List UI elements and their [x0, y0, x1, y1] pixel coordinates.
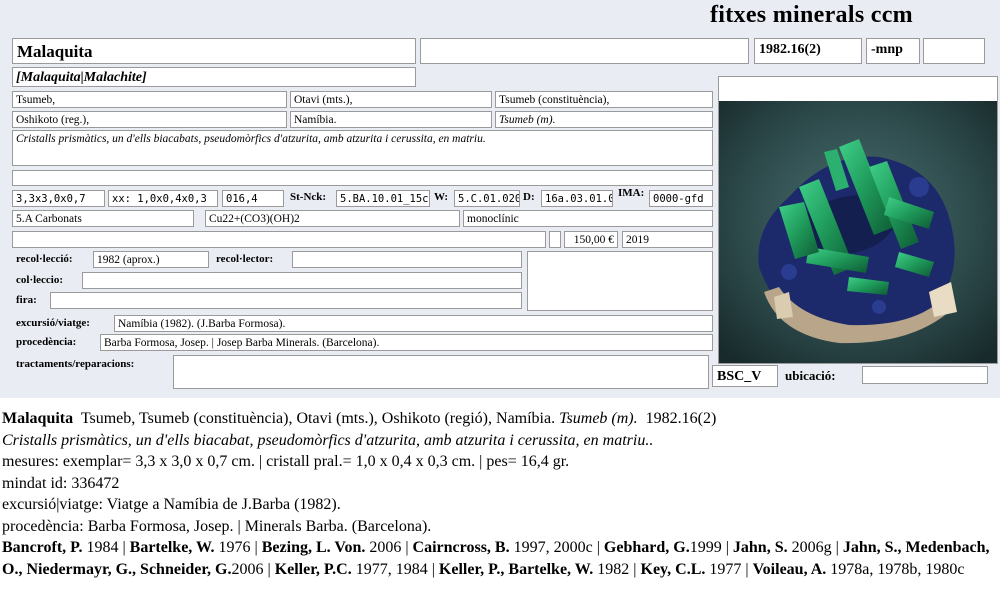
collector-field[interactable] — [292, 251, 522, 268]
class-field[interactable]: 5.A Carbonats — [12, 210, 194, 227]
location-field[interactable] — [862, 366, 988, 384]
summary-mindat: mindat id: 336472 — [2, 474, 120, 492]
summary-locality-italic: Tsumeb (m). — [559, 410, 638, 427]
fair-label: fira: — [16, 294, 37, 306]
site-title: fitxes minerals ccm — [710, 2, 913, 28]
st-nck-field[interactable]: 5.BA.10.01_15c — [336, 190, 430, 207]
reference-author: Bancroft, P. — [2, 539, 83, 556]
provenance-label: procedència: — [16, 336, 77, 348]
reference-author: Bezing, L. Von. — [261, 539, 366, 556]
price-row-field[interactable] — [12, 231, 546, 248]
colleccio-field[interactable] — [82, 272, 522, 289]
collection-label: recol·lecció: — [16, 253, 73, 265]
bsc-field[interactable]: BSC_V — [712, 365, 778, 387]
reg-code-field[interactable]: 1982.16(2) — [754, 38, 862, 64]
reference-author: Keller, P., Bartelke, W. — [438, 560, 594, 578]
reference-years: 2006 | — [231, 560, 275, 578]
price-field[interactable]: 150,00 € — [564, 231, 618, 248]
reference-author: Keller, P.C. — [274, 560, 352, 578]
name-aux-field[interactable] — [420, 38, 749, 64]
treatments-field[interactable] — [173, 355, 709, 389]
mineral-card: fitxes minerals ccm Malaquita 1982.16(2)… — [0, 0, 1000, 398]
w-label: W: — [434, 191, 449, 203]
locality-field[interactable]: Tsumeb, — [12, 91, 287, 108]
suffix-aux-field[interactable] — [923, 38, 985, 64]
reference-author: Gebhard, G. — [603, 539, 690, 556]
reference-author: Bartelke, W. — [129, 539, 215, 556]
summary-provenance: procedència: Barba Formosa, Josep. | Min… — [2, 517, 432, 535]
reference-years: 2006 | — [365, 539, 413, 556]
notes-box[interactable] — [527, 251, 713, 311]
collector-label: recol·lector: — [216, 253, 274, 265]
locality-field[interactable]: Oshikoto (reg.), — [12, 111, 287, 128]
synonyms-field[interactable]: [Malaquita|Malachite] — [12, 67, 416, 87]
reference-author: Key, C.L. — [640, 560, 706, 578]
d-field[interactable]: 16a.03.01.01 — [541, 190, 613, 207]
mineral-name-field[interactable]: Malaquita — [12, 38, 416, 64]
summary-description: Cristalls prismàtics, un d'ells biacabat… — [2, 431, 654, 449]
specimen-photo-image — [719, 77, 997, 363]
summary-reg-code: 1982.16(2) — [645, 410, 717, 427]
description-field[interactable]: Cristalls prismàtics, un d'ells biacabat… — [12, 130, 713, 166]
summary-title-line: Malaquita Tsumeb, Tsumeb (constituència)… — [2, 408, 998, 430]
summary-measures: mesures: exemplar= 3,3 x 3,0 x 0,7 cm. |… — [2, 453, 570, 470]
trip-field[interactable]: Namíbia (1982). (J.Barba Formosa). — [114, 315, 713, 332]
fair-field[interactable] — [50, 292, 522, 309]
reference-years: 1982 | — [593, 560, 641, 578]
summary-references: Bancroft, P. 1984 | Bartelke, W. 1976 | … — [2, 537, 998, 580]
ima-label: IMA: — [618, 187, 645, 199]
summary-locality: Tsumeb, Tsumeb (constituència), Otavi (m… — [80, 410, 556, 427]
crystal-size-field[interactable]: xx: 1,0x0,4x0,3 — [108, 190, 218, 207]
specimen-photo — [718, 76, 998, 364]
specimen-size-field[interactable]: 3,3x3,0x0,7 — [12, 190, 105, 207]
reference-years: 1976 | — [214, 539, 262, 556]
summary-trip: excursió|viatge: Viatge a Namíbia de J.B… — [2, 496, 341, 513]
reference-years: 1977, 1984 | — [351, 560, 439, 578]
reference-years: 1997, 2000c | — [509, 539, 604, 556]
suffix-field[interactable]: -mnp — [866, 38, 920, 64]
d-label: D: — [523, 191, 535, 203]
locality-field[interactable]: Namíbia. — [290, 111, 492, 128]
reference-author: Voileau, A. — [752, 560, 827, 578]
reference-author: Jahn, S. — [732, 539, 788, 556]
locality-field[interactable]: Tsumeb (constituència), — [495, 91, 713, 108]
reference-years: 1984 | — [82, 539, 130, 556]
price-row-aux-field[interactable] — [549, 231, 561, 248]
collection-field[interactable]: 1982 (aprox.) — [93, 251, 209, 268]
locality-field[interactable]: Otavi (mts.), — [290, 91, 492, 108]
trip-label: excursió/viatge: — [16, 317, 90, 329]
colleccio-label: col·leccio: — [16, 274, 64, 286]
ima-field[interactable]: 0000-gfd — [649, 190, 713, 207]
summary-name: Malaquita — [2, 410, 74, 427]
system-field[interactable]: monoclínic — [463, 210, 713, 227]
summary: Malaquita Tsumeb, Tsumeb (constituència)… — [2, 408, 998, 580]
formula-field[interactable]: Cu22+(CO3)(OH)2 — [205, 210, 460, 227]
reference-years: 2006g | — [787, 539, 843, 556]
extra-line-field[interactable] — [12, 170, 713, 186]
treatments-label: tractaments/reparacions: — [16, 358, 135, 370]
reference-years: 1999 | — [689, 539, 733, 556]
year-field[interactable]: 2019 — [622, 231, 713, 248]
reference-years: 1977 | — [705, 560, 753, 578]
locality-field[interactable]: Tsumeb (m). — [495, 111, 713, 128]
provenance-field[interactable]: Barba Formosa, Josep. | Josep Barba Mine… — [100, 334, 713, 351]
location-label: ubicació: — [785, 368, 836, 383]
st-nck-label: St-Nck: — [290, 191, 327, 203]
weight-field[interactable]: 016,4 — [222, 190, 284, 207]
reference-years: 1978a, 1978b, 1980c — [826, 560, 965, 578]
reference-author: Cairncross, B. — [412, 539, 510, 556]
w-field[interactable]: 5.C.01.020 — [454, 190, 520, 207]
